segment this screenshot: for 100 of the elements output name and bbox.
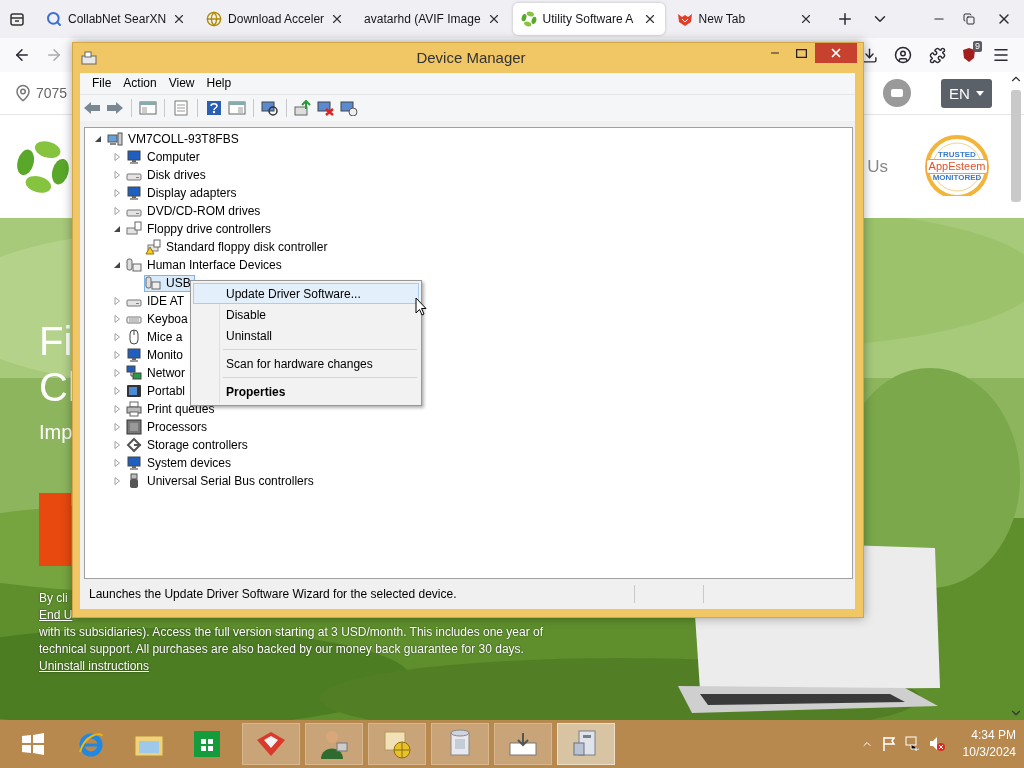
- collapsed-arrow-icon[interactable]: [113, 423, 121, 431]
- collapsed-arrow-icon[interactable]: [113, 171, 121, 179]
- collapsed-arrow-icon[interactable]: [113, 207, 121, 215]
- tree-item[interactable]: Universal Serial Bus controllers: [125, 472, 318, 490]
- person-icon[interactable]: [319, 729, 349, 759]
- context-menu-item[interactable]: Properties: [193, 381, 419, 402]
- legal-link[interactable]: End U: [39, 607, 73, 624]
- tree-item[interactable]: Mice a: [125, 328, 187, 346]
- tree-item[interactable]: USB: [144, 274, 195, 292]
- flag-icon[interactable]: [880, 736, 897, 752]
- location-text: 7075: [36, 85, 68, 101]
- location-pin-icon: [14, 84, 32, 102]
- tree-item[interactable]: Keyboa: [125, 310, 192, 328]
- expanded-arrow-icon[interactable]: [113, 261, 121, 269]
- menu-icon[interactable]: [992, 46, 1010, 64]
- count-badge: 9: [973, 41, 982, 52]
- tree-item[interactable]: Print queues: [125, 400, 219, 418]
- menu-item[interactable]: Help: [200, 74, 238, 93]
- tree-item[interactable]: Floppy drive controllers: [125, 220, 276, 238]
- windows-logo-icon[interactable]: [21, 732, 45, 756]
- expanded-arrow-icon[interactable]: [94, 135, 102, 143]
- forward-icon[interactable]: [45, 46, 63, 64]
- browser-tab[interactable]: avatarhd (AVIF Image: [356, 3, 509, 35]
- tree-item[interactable]: Standard floppy disk controller: [144, 238, 332, 256]
- browser-icon[interactable]: [77, 730, 105, 758]
- uninstall-icon[interactable]: [316, 100, 336, 116]
- context-menu-item[interactable]: Scan for hardware changes: [193, 353, 419, 374]
- globe-folder-icon[interactable]: [382, 729, 412, 759]
- computer-icon: [107, 131, 123, 147]
- help-icon[interactable]: [204, 100, 224, 116]
- back-icon[interactable]: [13, 46, 31, 64]
- floppy-icon: [126, 221, 142, 237]
- speaker-muted-icon[interactable]: [928, 736, 945, 752]
- browser-tab[interactable]: Utility Software A: [512, 3, 665, 35]
- tree-item[interactable]: Computer: [125, 148, 204, 166]
- network-icon[interactable]: [904, 736, 921, 752]
- menu-item[interactable]: Action: [117, 74, 163, 93]
- collapsed-arrow-icon[interactable]: [113, 333, 121, 341]
- collapsed-arrow-icon[interactable]: [113, 459, 121, 467]
- shield-icon[interactable]: [961, 47, 977, 63]
- tree-item[interactable]: VM7COLL-93T8FBS: [106, 130, 243, 148]
- mouse-icon: [126, 329, 142, 345]
- collapsed-arrow-icon[interactable]: [113, 477, 121, 485]
- hero-title: Fi: [39, 318, 73, 364]
- window-icon[interactable]: [227, 100, 247, 116]
- video-icon[interactable]: [883, 79, 911, 107]
- nav-link[interactable]: Us: [867, 156, 888, 177]
- cylinder-icon[interactable]: [447, 729, 473, 759]
- tree-item[interactable]: Networ: [125, 364, 189, 382]
- forward-icon[interactable]: [105, 100, 125, 116]
- browser-tab[interactable]: CollabNet SearXN: [38, 3, 195, 35]
- collapsed-arrow-icon[interactable]: [113, 189, 121, 197]
- browser-tab[interactable]: Download Acceler: [198, 3, 353, 35]
- tree-item[interactable]: Processors: [125, 418, 212, 436]
- app-icon: [81, 49, 97, 66]
- collapsed-arrow-icon[interactable]: [113, 351, 121, 359]
- input-device-icon: [145, 275, 161, 291]
- context-menu-item[interactable]: Update Driver Software...: [193, 283, 419, 304]
- logo-icon: [15, 138, 71, 195]
- download-tray-icon[interactable]: [508, 731, 538, 757]
- update-icon[interactable]: [293, 100, 313, 116]
- scan-icon[interactable]: [260, 100, 280, 116]
- legal-text: By cli: [39, 590, 68, 607]
- collapsed-arrow-icon[interactable]: [113, 153, 121, 161]
- collapsed-arrow-icon[interactable]: [113, 369, 121, 377]
- scrollbar-thumb[interactable]: [1011, 90, 1021, 202]
- tree-item[interactable]: DVD/CD-ROM drives: [125, 202, 265, 220]
- page-icon[interactable]: [171, 100, 191, 116]
- tree-item[interactable]: IDE AT: [125, 292, 189, 310]
- context-menu-item[interactable]: Disable: [193, 304, 419, 325]
- tree-item[interactable]: Disk drives: [125, 166, 210, 184]
- browser-tab[interactable]: New Tab: [668, 3, 821, 35]
- store-icon[interactable]: [193, 730, 221, 758]
- menu-item[interactable]: View: [162, 74, 201, 93]
- tree-item[interactable]: Human Interface Devices: [125, 256, 286, 274]
- tree-item[interactable]: Storage controllers: [125, 436, 252, 454]
- restore-icon[interactable]: [963, 13, 975, 25]
- collapsed-arrow-icon[interactable]: [113, 387, 121, 395]
- collapsed-arrow-icon[interactable]: [113, 405, 121, 413]
- tree-item[interactable]: Display adapters: [125, 184, 241, 202]
- language-dropdown[interactable]: EN: [941, 78, 992, 108]
- legal-link[interactable]: Uninstall instructions: [39, 658, 150, 675]
- context-menu-item[interactable]: Uninstall: [193, 325, 419, 346]
- box-icon[interactable]: [255, 730, 287, 758]
- tree-item[interactable]: System devices: [125, 454, 236, 472]
- extensions-icon[interactable]: [928, 46, 946, 64]
- window-icon[interactable]: [138, 100, 158, 116]
- menu-item[interactable]: File: [86, 74, 118, 93]
- tree-item[interactable]: Portabl: [125, 382, 190, 400]
- processor-icon: [126, 419, 142, 435]
- account-icon[interactable]: [894, 46, 912, 64]
- tab-list-icon[interactable]: [9, 11, 25, 27]
- collapsed-arrow-icon[interactable]: [113, 315, 121, 323]
- network-icon: [126, 365, 142, 381]
- close-icon: [829, 46, 843, 60]
- expanded-arrow-icon[interactable]: [113, 225, 121, 233]
- collapsed-arrow-icon[interactable]: [113, 441, 121, 449]
- tree-item[interactable]: Monito: [125, 346, 188, 364]
- enable-icon[interactable]: [339, 100, 359, 116]
- collapsed-arrow-icon[interactable]: [113, 297, 121, 305]
